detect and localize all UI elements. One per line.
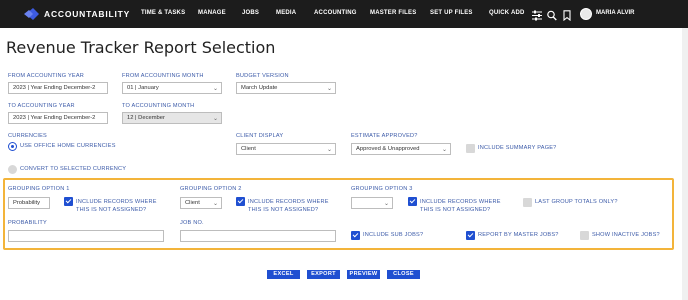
chevron-down-icon: ⌄ (326, 86, 332, 92)
client-display-select[interactable]: Client ⌄ (236, 143, 336, 155)
logo-icon (24, 8, 39, 20)
job-no-label: JOB NO. (180, 220, 204, 226)
preview-button[interactable]: PREVIEW (347, 270, 380, 279)
nav-set-up-files[interactable]: SET UP FILES (430, 10, 473, 16)
nav-master-files[interactable]: MASTER FILES (370, 10, 416, 16)
from-year-label: FROM ACCOUNTING YEAR (8, 73, 84, 79)
grouping-option-3-select[interactable]: ⌄ (351, 197, 393, 209)
estimate-approved-label: ESTIMATE APPROVED? (351, 133, 418, 139)
home-currency-radio[interactable] (8, 142, 17, 151)
grouping-option-2-select[interactable]: Client ⌄ (180, 197, 222, 209)
page-title: Revenue Tracker Report Selection (6, 38, 276, 57)
include-summary-label: INCLUDE SUMMARY PAGE? (478, 145, 557, 151)
grouping-2-include-checkbox[interactable] (236, 197, 245, 206)
estimate-approved-select[interactable]: Approved & Unapproved ⌄ (351, 143, 451, 155)
from-month-label: FROM ACCOUNTING MONTH (122, 73, 204, 79)
chevron-down-icon: ⌄ (212, 201, 218, 207)
scrollbar[interactable] (682, 28, 688, 300)
estimate-approved-value: Approved & Unapproved (356, 146, 420, 152)
user-name[interactable]: MARIA ALVIR (596, 10, 634, 16)
grouping-2-include-line-1: INCLUDE RECORDS WHERE (248, 199, 329, 205)
include-summary-checkbox[interactable] (466, 144, 475, 153)
nav-quick-add[interactable]: QUICK ADD (489, 10, 525, 16)
grouping-option-2-label: GROUPING OPTION 2 (180, 186, 242, 192)
search-icon[interactable] (547, 8, 557, 26)
to-month-value: 12 | December (127, 115, 165, 121)
probability-input[interactable] (8, 230, 164, 242)
chevron-down-icon: ⌄ (383, 201, 389, 207)
nav-manage[interactable]: MANAGE (198, 10, 226, 16)
grouping-option-1-label: GROUPING OPTION 1 (8, 186, 70, 192)
grouping-1-include-label: INCLUDE RECORDS WHERE THIS IS NOT ASSIGN… (76, 199, 157, 214)
close-button[interactable]: CLOSE (387, 270, 420, 279)
include-sub-jobs-label: INCLUDE SUB JOBS? (363, 232, 424, 238)
chevron-down-icon: ⌄ (212, 116, 218, 122)
chevron-down-icon: ⌄ (326, 147, 332, 153)
grouping-option-2-value: Client (185, 200, 200, 206)
selected-currency-radio[interactable] (8, 165, 17, 174)
to-year-value: 2023 | Year Ending December-2 (13, 115, 96, 121)
to-year-label: TO ACCOUNTING YEAR (8, 103, 75, 109)
budget-version-select[interactable]: March Update ⌄ (236, 82, 336, 94)
grouping-2-include-label: INCLUDE RECORDS WHERE THIS IS NOT ASSIGN… (248, 199, 329, 214)
selected-currency-label: CONVERT TO SELECTED CURRENCY (20, 166, 127, 172)
from-month-value: 01 | January (127, 85, 159, 91)
grouping-1-include-line-1: INCLUDE RECORDS WHERE (76, 199, 157, 205)
grouping-option-3-label: GROUPING OPTION 3 (351, 186, 413, 192)
grouping-3-include-line-2: THIS IS NOT ASSIGNED? (420, 206, 491, 213)
grouping-3-include-label: INCLUDE RECORDS WHERE THIS IS NOT ASSIGN… (420, 199, 501, 214)
report-by-master-checkbox[interactable] (466, 231, 475, 240)
probability-label: PROBABILITY (8, 220, 47, 226)
grouping-2-include-line-2: THIS IS NOT ASSIGNED? (248, 206, 319, 213)
report-by-master-label: REPORT BY MASTER JOBS? (478, 232, 559, 238)
last-group-totals-checkbox[interactable] (523, 198, 532, 207)
export-button[interactable]: EXPORT (307, 270, 340, 279)
chevron-down-icon: ⌄ (441, 147, 447, 153)
to-year-select[interactable]: 2023 | Year Ending December-2 (8, 112, 108, 124)
chevron-down-icon: ⌄ (212, 86, 218, 92)
grouping-option-1-value: Probability (13, 200, 41, 206)
budget-version-value: March Update (241, 85, 278, 91)
to-month-select[interactable]: 12 | December ⌄ (122, 112, 222, 124)
nav-time-tasks[interactable]: TIME & TASKS (141, 10, 185, 16)
filter-sliders-icon[interactable] (532, 8, 542, 26)
nav-jobs[interactable]: JOBS (242, 10, 259, 16)
nav-accounting[interactable]: ACCOUNTING (314, 10, 357, 16)
excel-button[interactable]: EXCEL (267, 270, 300, 279)
grouping-3-include-checkbox[interactable] (408, 197, 417, 206)
last-group-totals-label: LAST GROUP TOTALS ONLY? (535, 199, 618, 205)
from-year-select[interactable]: 2023 | Year Ending December-2 (8, 82, 108, 94)
include-sub-jobs-checkbox[interactable] (351, 231, 360, 240)
show-inactive-checkbox[interactable] (580, 231, 589, 240)
grouping-1-include-line-2: THIS IS NOT ASSIGNED? (76, 206, 147, 213)
grouping-1-include-checkbox[interactable] (64, 197, 73, 206)
from-year-value: 2023 | Year Ending December-2 (13, 85, 96, 91)
to-month-label: TO ACCOUNTING MONTH (122, 103, 195, 109)
job-no-input[interactable] (180, 230, 336, 242)
grouping-option-1-select[interactable]: Probability (8, 197, 50, 209)
bookmark-icon[interactable] (563, 8, 571, 26)
client-display-value: Client (241, 146, 256, 152)
client-display-label: CLIENT DISPLAY (236, 133, 284, 139)
brand-logo[interactable]: ACCOUNTABILITY (24, 7, 130, 21)
show-inactive-label: SHOW INACTIVE JOBS? (592, 232, 660, 238)
top-navigation-bar: ACCOUNTABILITY TIME & TASKS MANAGE JOBS … (0, 0, 688, 28)
nav-media[interactable]: MEDIA (276, 10, 296, 16)
from-month-select[interactable]: 01 | January ⌄ (122, 82, 222, 94)
currencies-label: CURRENCIES (8, 133, 47, 139)
home-currency-label: USE OFFICE HOME CURRENCIES (20, 143, 116, 149)
avatar[interactable] (580, 8, 592, 20)
grouping-3-include-line-1: INCLUDE RECORDS WHERE (420, 199, 501, 205)
budget-version-label: BUDGET VERSION (236, 73, 289, 79)
brand-name: ACCOUNTABILITY (44, 9, 131, 19)
